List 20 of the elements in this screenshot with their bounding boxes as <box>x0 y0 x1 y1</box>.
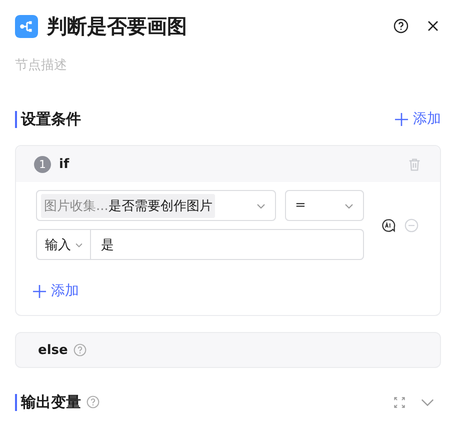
plus-icon <box>395 112 408 126</box>
plus-icon <box>33 284 46 298</box>
branch-number-badge: 1 <box>34 156 51 172</box>
variable-select[interactable]: 图片收集...是否需要创作图片 <box>36 190 276 221</box>
value-field[interactable]: 是 <box>91 229 364 260</box>
ai-icon[interactable] <box>381 218 396 232</box>
node-title: 判断是否要画图 <box>47 12 188 40</box>
value-type-select[interactable]: 输入 <box>36 229 91 260</box>
operator-select[interactable]: = <box>285 190 364 221</box>
branch-label: else <box>38 342 68 358</box>
add-rule-button[interactable]: 添加 <box>33 282 79 300</box>
branch-label: if <box>59 156 70 172</box>
section-title: 设置条件 <box>15 110 81 128</box>
branch-node-icon <box>15 14 38 38</box>
help-icon[interactable] <box>393 18 409 34</box>
add-condition-button[interactable]: 添加 <box>395 110 441 128</box>
expand-icon[interactable] <box>393 396 406 408</box>
trash-icon[interactable] <box>407 156 422 172</box>
remove-icon[interactable] <box>404 218 419 232</box>
section-title: 输出变量 <box>15 394 81 410</box>
